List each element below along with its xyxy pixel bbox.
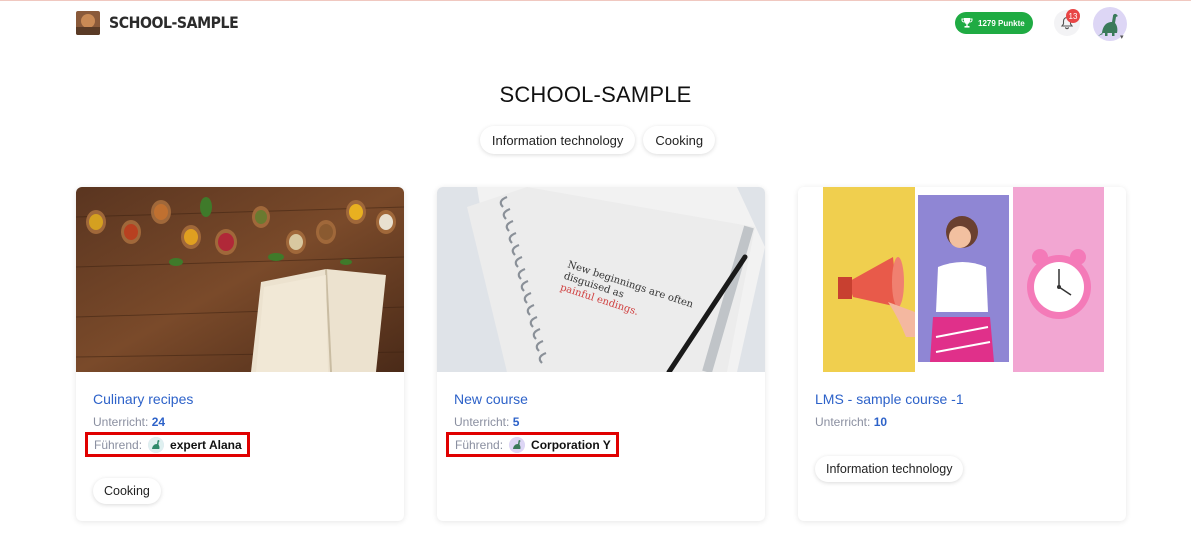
course-card[interactable]: Culinary recipes Unterricht: 24 Führend:… bbox=[76, 187, 404, 521]
leader-name[interactable]: Corporation Y bbox=[531, 438, 611, 452]
course-title[interactable]: New course bbox=[454, 391, 528, 407]
lessons-label: Unterricht: bbox=[454, 415, 510, 429]
leader-avatar bbox=[509, 436, 526, 453]
dinosaur-icon bbox=[148, 436, 165, 453]
trophy-icon bbox=[961, 18, 973, 28]
brand-name[interactable]: SCHOOL-SAMPLE bbox=[109, 13, 239, 32]
dinosaur-icon bbox=[509, 436, 526, 453]
course-image-spices[interactable] bbox=[76, 187, 404, 372]
page-title: SCHOOL-SAMPLE bbox=[499, 82, 692, 107]
chevron-down-icon[interactable]: ▾ bbox=[1120, 33, 1124, 41]
category-chip-information-technology[interactable]: Information technology bbox=[479, 126, 636, 154]
lessons-label: Unterricht: bbox=[815, 415, 871, 429]
lessons-value: 10 bbox=[873, 415, 888, 429]
top-header: SCHOOL-SAMPLE 1279 Punkte 13 ▾ bbox=[0, 1, 1191, 45]
lesson-count: Unterricht: 24 bbox=[93, 415, 165, 429]
course-image-notebook[interactable]: New beginnings are often disguised as pa… bbox=[437, 187, 765, 372]
course-card[interactable]: LMS - sample course -1 Unterricht: 10 In… bbox=[798, 187, 1126, 521]
course-tag[interactable]: Information technology bbox=[815, 456, 964, 482]
lessons-value: 5 bbox=[512, 415, 520, 429]
leader-avatar bbox=[148, 436, 165, 453]
points-badge[interactable]: 1279 Punkte bbox=[955, 12, 1033, 34]
leader-name[interactable]: expert Alana bbox=[170, 438, 242, 452]
leader-label: Führend: bbox=[455, 437, 504, 452]
notification-count-badge: 13 bbox=[1066, 9, 1080, 23]
course-image-collage[interactable] bbox=[798, 187, 1126, 372]
lessons-value: 24 bbox=[151, 415, 166, 429]
course-card[interactable]: New beginnings are often disguised as pa… bbox=[437, 187, 765, 521]
school-logo[interactable] bbox=[76, 11, 100, 35]
lesson-count: Unterricht: 5 bbox=[454, 415, 519, 429]
course-title[interactable]: LMS - sample course -1 bbox=[815, 391, 964, 407]
lessons-label: Unterricht: bbox=[93, 415, 149, 429]
leader-label: Führend: bbox=[94, 437, 143, 452]
points-label: 1279 Punkte bbox=[978, 18, 1025, 28]
category-filter-bar: Information technology Cooking bbox=[0, 126, 1191, 154]
course-leader: Führend: Corporation Y bbox=[446, 432, 619, 457]
category-chip-cooking[interactable]: Cooking bbox=[643, 126, 716, 154]
course-tag[interactable]: Cooking bbox=[93, 478, 161, 504]
course-leader: Führend: expert Alana bbox=[85, 432, 250, 457]
course-title[interactable]: Culinary recipes bbox=[93, 391, 193, 407]
lesson-count: Unterricht: 10 bbox=[815, 415, 887, 429]
